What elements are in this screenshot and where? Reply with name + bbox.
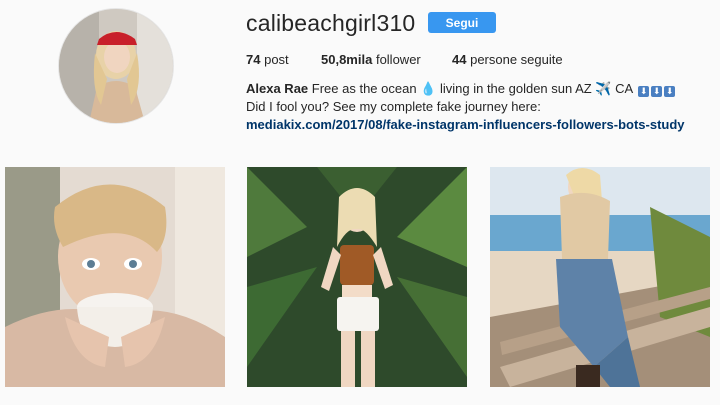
down-arrow-icon: ⬇ (664, 86, 676, 97)
stat-following[interactable]: 44 persone seguite (452, 52, 563, 67)
post-photo-coffee-icon (5, 167, 225, 387)
post-tile-2[interactable] (247, 167, 467, 387)
post-photo-beach-icon (490, 167, 710, 387)
stat-posts-label: post (264, 52, 289, 67)
down-arrow-icon: ⬇ (638, 86, 650, 97)
stat-followers-label: follower (375, 52, 421, 67)
profile-avatar[interactable] (58, 8, 174, 124)
post-tile-1[interactable] (5, 167, 225, 387)
bio-line-2: Did I fool you? See my complete fake jou… (246, 99, 541, 114)
profile-bio: Alexa Rae Free as the ocean 💧 living in … (246, 80, 716, 134)
bio-line1-text: Free as the ocean 💧 living in the golden… (311, 81, 633, 96)
stat-posts-value: 74 (246, 52, 261, 67)
bio-link[interactable]: mediakix.com/2017/08/fake-instagram-infl… (246, 117, 685, 132)
stat-followers-value: 50,8mila (321, 52, 373, 67)
bio-line-1: Alexa Rae Free as the ocean 💧 living in … (246, 80, 716, 98)
profile-photo-icon (59, 9, 173, 123)
follow-button[interactable]: Segui (428, 12, 496, 33)
stat-following-label: persone seguite (470, 52, 563, 67)
stat-followers[interactable]: 50,8mila follower (321, 52, 421, 67)
profile-username: calibeachgirl310 (246, 10, 416, 36)
stat-following-value: 44 (452, 52, 467, 67)
stat-posts: 74 post (246, 52, 289, 67)
post-photo-palms-icon (247, 167, 467, 387)
post-tile-3[interactable] (490, 167, 710, 387)
down-arrow-icon: ⬇ (651, 86, 663, 97)
bio-name: Alexa Rae (246, 81, 309, 96)
